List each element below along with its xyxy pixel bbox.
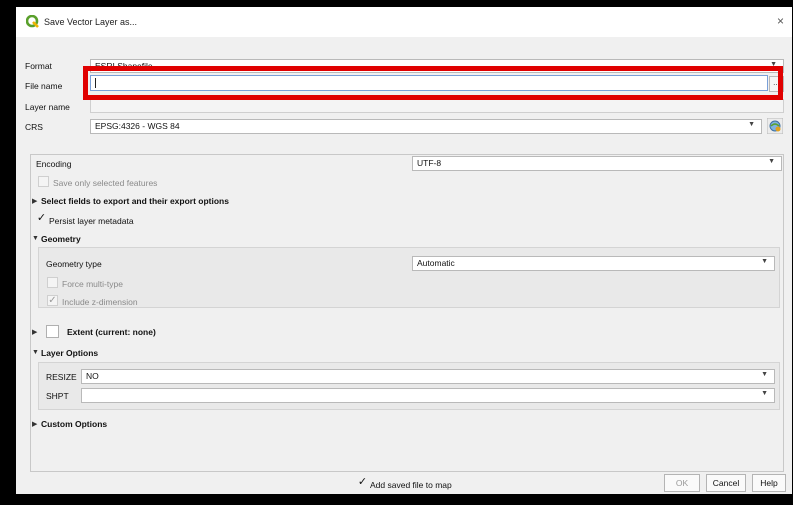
custom-options-toggle[interactable]: Custom Options [41, 419, 107, 429]
filename-label: File name [25, 81, 63, 91]
highlight-box [83, 66, 783, 100]
qgis-logo-icon [26, 15, 39, 28]
force-multi-checkbox[interactable] [47, 277, 58, 288]
layer-options-toggle[interactable]: Layer Options [41, 348, 98, 358]
ok-button[interactable]: OK [664, 474, 700, 492]
include-z-label: Include z-dimension [62, 297, 138, 307]
expand-down-icon: ▼ [32, 349, 39, 356]
include-z-checkbox[interactable]: ✓ [47, 295, 58, 306]
persist-metadata-label: Persist layer metadata [49, 216, 134, 226]
crs-value: EPSG:4326 - WGS 84 [95, 121, 180, 131]
cancel-button[interactable]: Cancel [706, 474, 746, 492]
save-selected-label: Save only selected features [53, 178, 158, 188]
geometry-section-toggle[interactable]: Geometry [41, 234, 81, 244]
title-bar: Save Vector Layer as... × [16, 7, 792, 37]
expand-down-icon: ▼ [32, 235, 39, 242]
layername-label: Layer name [25, 102, 70, 112]
encoding-select[interactable]: UTF-8 ▼ [412, 156, 782, 171]
add-saved-label: Add saved file to map [370, 480, 452, 490]
geometry-type-value: Automatic [417, 258, 455, 268]
expand-right-icon: ▶ [32, 421, 38, 428]
extent-checkbox[interactable] [46, 325, 59, 338]
encoding-value: UTF-8 [417, 158, 442, 168]
crs-select[interactable]: EPSG:4326 - WGS 84 ▼ [90, 119, 762, 134]
persist-metadata-checkbox[interactable]: ✓ [36, 213, 47, 224]
chevron-down-icon: ▼ [768, 158, 775, 165]
resize-select[interactable]: NO ▼ [81, 369, 775, 384]
crs-label: CRS [25, 122, 43, 132]
select-fields-toggle[interactable]: Select fields to export and their export… [41, 196, 229, 206]
help-button[interactable]: Help [752, 474, 786, 492]
encoding-label: Encoding [36, 159, 72, 169]
close-icon[interactable]: × [777, 14, 784, 28]
save-vector-layer-dialog: Save Vector Layer as... × Format ESRI Sh… [16, 7, 792, 494]
resize-label: RESIZE [46, 372, 77, 382]
add-saved-checkbox[interactable]: ✓ [357, 477, 368, 488]
chevron-down-icon: ▼ [761, 390, 768, 397]
resize-value: NO [86, 371, 99, 381]
geometry-type-label: Geometry type [46, 259, 102, 269]
shpt-label: SHPT [46, 391, 69, 401]
window-title: Save Vector Layer as... [44, 17, 138, 27]
force-multi-label: Force multi-type [62, 279, 123, 289]
expand-right-icon: ▶ [32, 329, 38, 336]
shpt-select[interactable]: ▼ [81, 388, 775, 403]
geometry-type-select[interactable]: Automatic ▼ [412, 256, 775, 271]
chevron-down-icon: ▼ [761, 371, 768, 378]
extent-toggle[interactable]: Extent (current: none) [67, 327, 156, 337]
expand-right-icon: ▶ [32, 198, 38, 205]
chevron-down-icon: ▼ [761, 258, 768, 265]
save-selected-checkbox[interactable] [38, 176, 49, 187]
crs-selector-icon[interactable] [767, 118, 783, 134]
layername-input[interactable] [90, 99, 784, 113]
format-label: Format [25, 61, 52, 71]
chevron-down-icon: ▼ [748, 121, 755, 128]
